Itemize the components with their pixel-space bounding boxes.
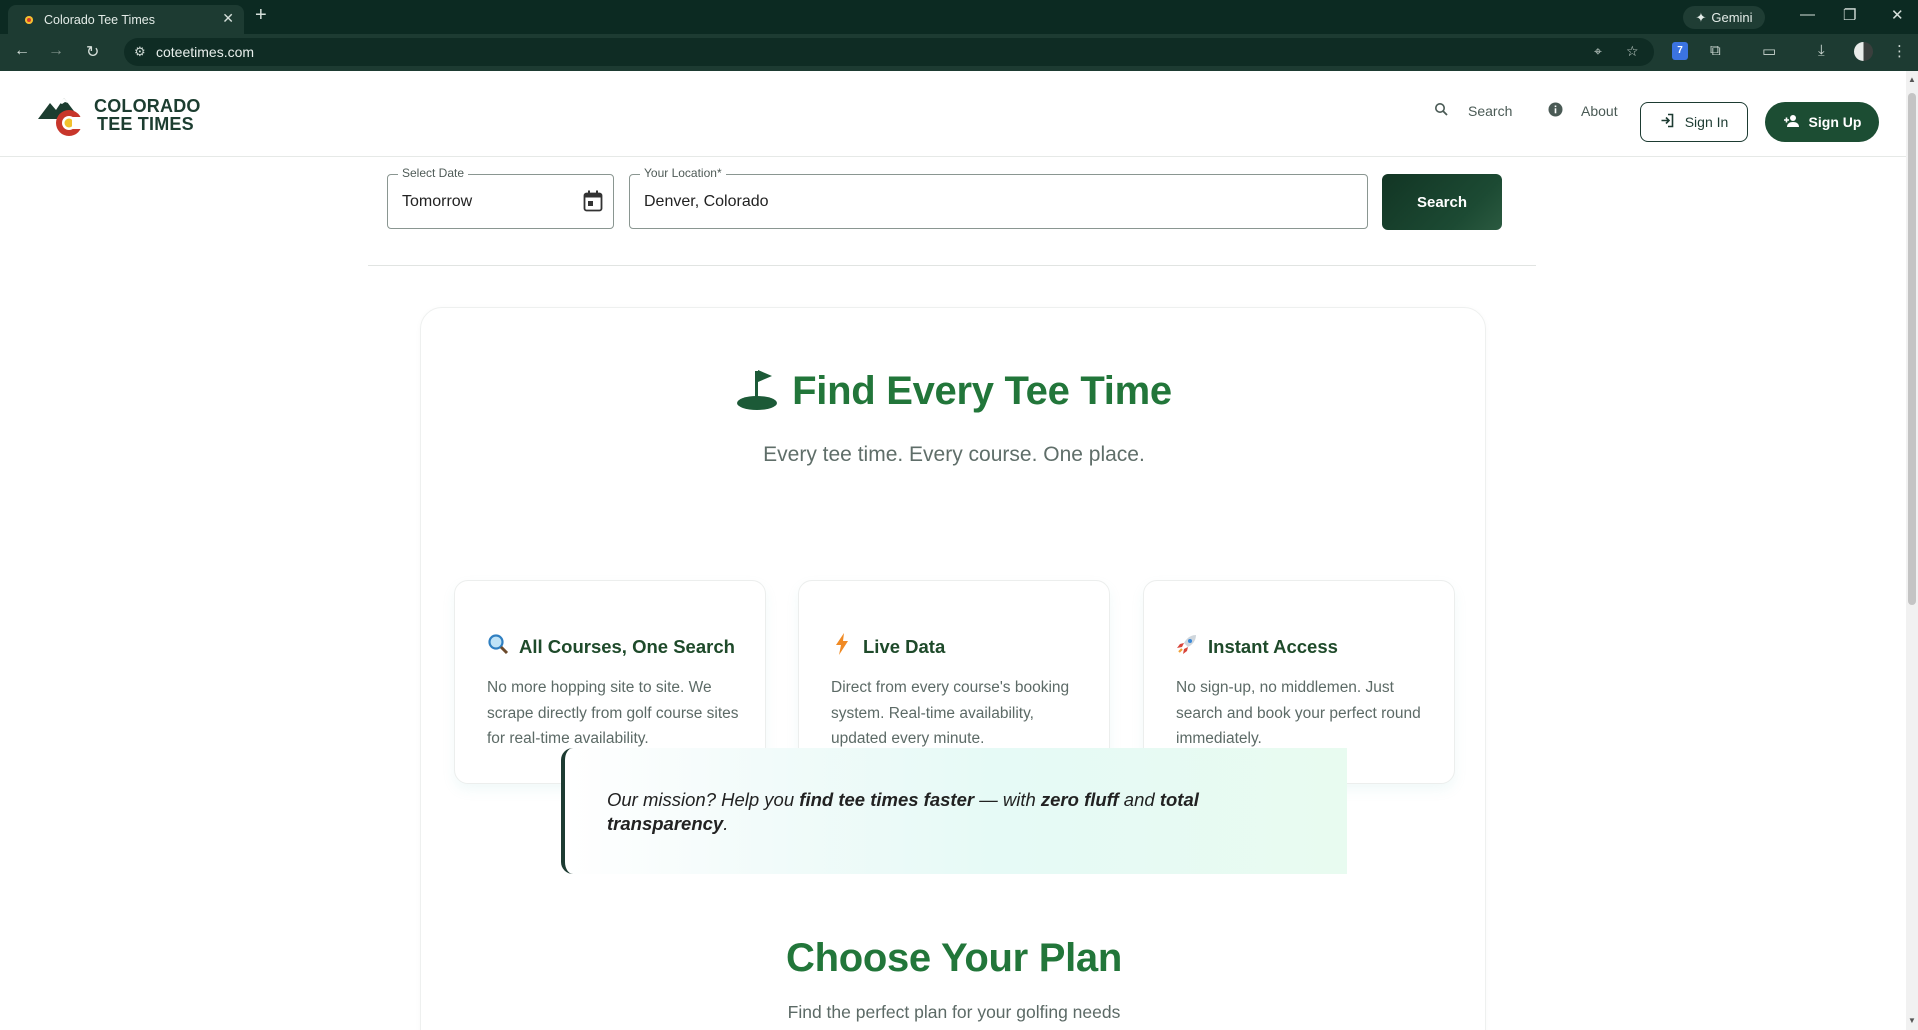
site-favicon-icon — [25, 16, 33, 24]
site-header: COLORADO TEE TIMES Search About Sign In — [0, 71, 1906, 157]
feature-title: All Courses, One Search — [519, 636, 735, 657]
location-pin-icon[interactable]: ⌖ — [1594, 43, 1602, 60]
search-button[interactable]: Search — [1382, 174, 1502, 230]
mission-quote: Our mission? Help you find tee times fas… — [561, 748, 1347, 874]
nav-about-label: About — [1581, 103, 1618, 119]
mountain-logo-icon — [38, 98, 84, 136]
mission-end: . — [723, 813, 729, 834]
sign-up-label: Sign Up — [1808, 114, 1862, 130]
browser-tab[interactable]: Colorado Tee Times ✕ — [8, 5, 244, 34]
logo-line-1: COLORADO — [94, 96, 201, 116]
date-field-label: Select Date — [398, 166, 469, 180]
hero-subtitle: Every tee time. Every course. One place. — [763, 443, 1145, 466]
nav-search-link[interactable]: Search — [1434, 102, 1512, 119]
magnifier-icon — [487, 633, 509, 661]
add-user-icon — [1783, 114, 1801, 131]
browser-toolbar: ← → ↻ ⚙ coteetimes.com ⌖ ☆ 7 ⧉ ▭ ⤓ ⋮ — [0, 34, 1918, 71]
page-scrollbar[interactable]: ▲ ▼ — [1906, 71, 1918, 1030]
site-logo[interactable]: COLORADO TEE TIMES — [36, 93, 200, 139]
golf-flag-icon — [736, 367, 778, 416]
info-icon — [1548, 102, 1563, 120]
logo-wordmark: COLORADO TEE TIMES — [94, 97, 201, 133]
scroll-down-icon[interactable]: ▼ — [1908, 1016, 1916, 1025]
extension-badge-icon[interactable]: 7 — [1672, 42, 1688, 60]
section-divider — [368, 265, 1536, 266]
feature-heading: All Courses, One Search — [487, 633, 735, 661]
bookmark-star-icon[interactable]: ☆ — [1626, 43, 1639, 60]
rocket-icon — [1176, 633, 1198, 661]
search-icon — [1434, 102, 1448, 119]
login-icon — [1660, 113, 1675, 131]
date-field-value[interactable]: Tomorrow — [402, 193, 472, 211]
mission-lead: Our mission? Help you — [607, 789, 800, 810]
date-field[interactable]: Select Date Tomorrow — [387, 166, 614, 229]
browser-menu-icon[interactable]: ⋮ — [1892, 42, 1907, 60]
sign-in-label: Sign In — [1684, 114, 1729, 130]
nav-search-label: Search — [1468, 102, 1513, 119]
feature-title: Live Data — [863, 636, 946, 657]
nav-about-link[interactable]: About — [1548, 102, 1618, 120]
mission-text: Our mission? Help you find tee times fas… — [607, 788, 1227, 836]
scroll-up-icon[interactable]: ▲ — [1908, 75, 1916, 84]
location-field-label: Your Location* — [640, 166, 726, 180]
mission-connector-2: and — [1118, 789, 1160, 810]
feature-heading: Instant Access — [1176, 633, 1338, 661]
feature-text: No sign-up, no middlemen. Just search an… — [1176, 679, 1421, 747]
feature-title: Instant Access — [1208, 636, 1338, 657]
sign-in-button[interactable]: Sign In — [1640, 102, 1748, 142]
profile-avatar[interactable] — [1854, 42, 1873, 61]
site-info-icon[interactable]: ⚙ — [134, 44, 146, 60]
new-tab-button[interactable]: + — [255, 5, 267, 25]
location-field-value[interactable]: Denver, Colorado — [644, 193, 769, 211]
hero-card: Find Every Tee Time Every tee time. Ever… — [420, 307, 1486, 1030]
window-close-icon[interactable]: ✕ — [1891, 6, 1904, 24]
mission-emphasis-2: zero fluff — [1040, 789, 1119, 810]
web-page: COLORADO TEE TIMES Search About Sign In — [0, 71, 1906, 1030]
gemini-button[interactable]: ✦ Gemini — [1683, 6, 1765, 29]
tab-close-icon[interactable]: ✕ — [222, 10, 234, 27]
tab-title: Colorado Tee Times — [44, 13, 155, 27]
hero-title-row: Find Every Tee Time — [421, 367, 1487, 416]
download-icon[interactable]: ⤓ — [1818, 42, 1825, 59]
sparkle-icon: ✦ — [1695, 9, 1707, 25]
browser-tab-bar: Colorado Tee Times ✕ + ✦ Gemini — ❐ ✕ — [0, 0, 1918, 34]
calendar-icon[interactable] — [583, 190, 603, 212]
mission-emphasis-1: find tee times faster — [799, 789, 975, 810]
reload-icon[interactable]: ↻ — [86, 42, 99, 62]
gemini-label: Gemini — [1711, 10, 1753, 25]
address-bar[interactable]: ⚙ coteetimes.com ⌖ ☆ — [124, 38, 1654, 66]
back-icon[interactable]: ← — [14, 42, 30, 60]
hero-title: Find Every Tee Time — [792, 369, 1172, 413]
sign-up-button[interactable]: Sign Up — [1765, 102, 1879, 142]
extensions-puzzle-icon[interactable]: ⧉ — [1710, 42, 1721, 59]
feature-text: Direct from every course's booking syste… — [831, 679, 1070, 747]
url-text[interactable]: coteetimes.com — [156, 44, 254, 60]
scroll-thumb[interactable] — [1908, 93, 1916, 605]
location-field[interactable]: Your Location* Denver, Colorado — [629, 166, 1368, 229]
logo-line-2: TEE TIMES — [97, 114, 194, 134]
restore-icon[interactable]: ❐ — [1843, 6, 1856, 24]
plans-title: Choose Your Plan — [785, 936, 1122, 980]
forward-icon[interactable]: → — [48, 42, 64, 60]
minimize-icon[interactable]: — — [1800, 6, 1815, 23]
side-panel-icon[interactable]: ▭ — [1762, 42, 1776, 60]
mission-connector-1: — with — [974, 789, 1041, 810]
feature-text: No more hopping site to site. We scrape … — [487, 679, 739, 747]
plans-subtitle: Find the perfect plan for your golfing n… — [787, 1002, 1121, 1022]
lightning-icon — [831, 633, 853, 661]
feature-heading: Live Data — [831, 633, 945, 661]
